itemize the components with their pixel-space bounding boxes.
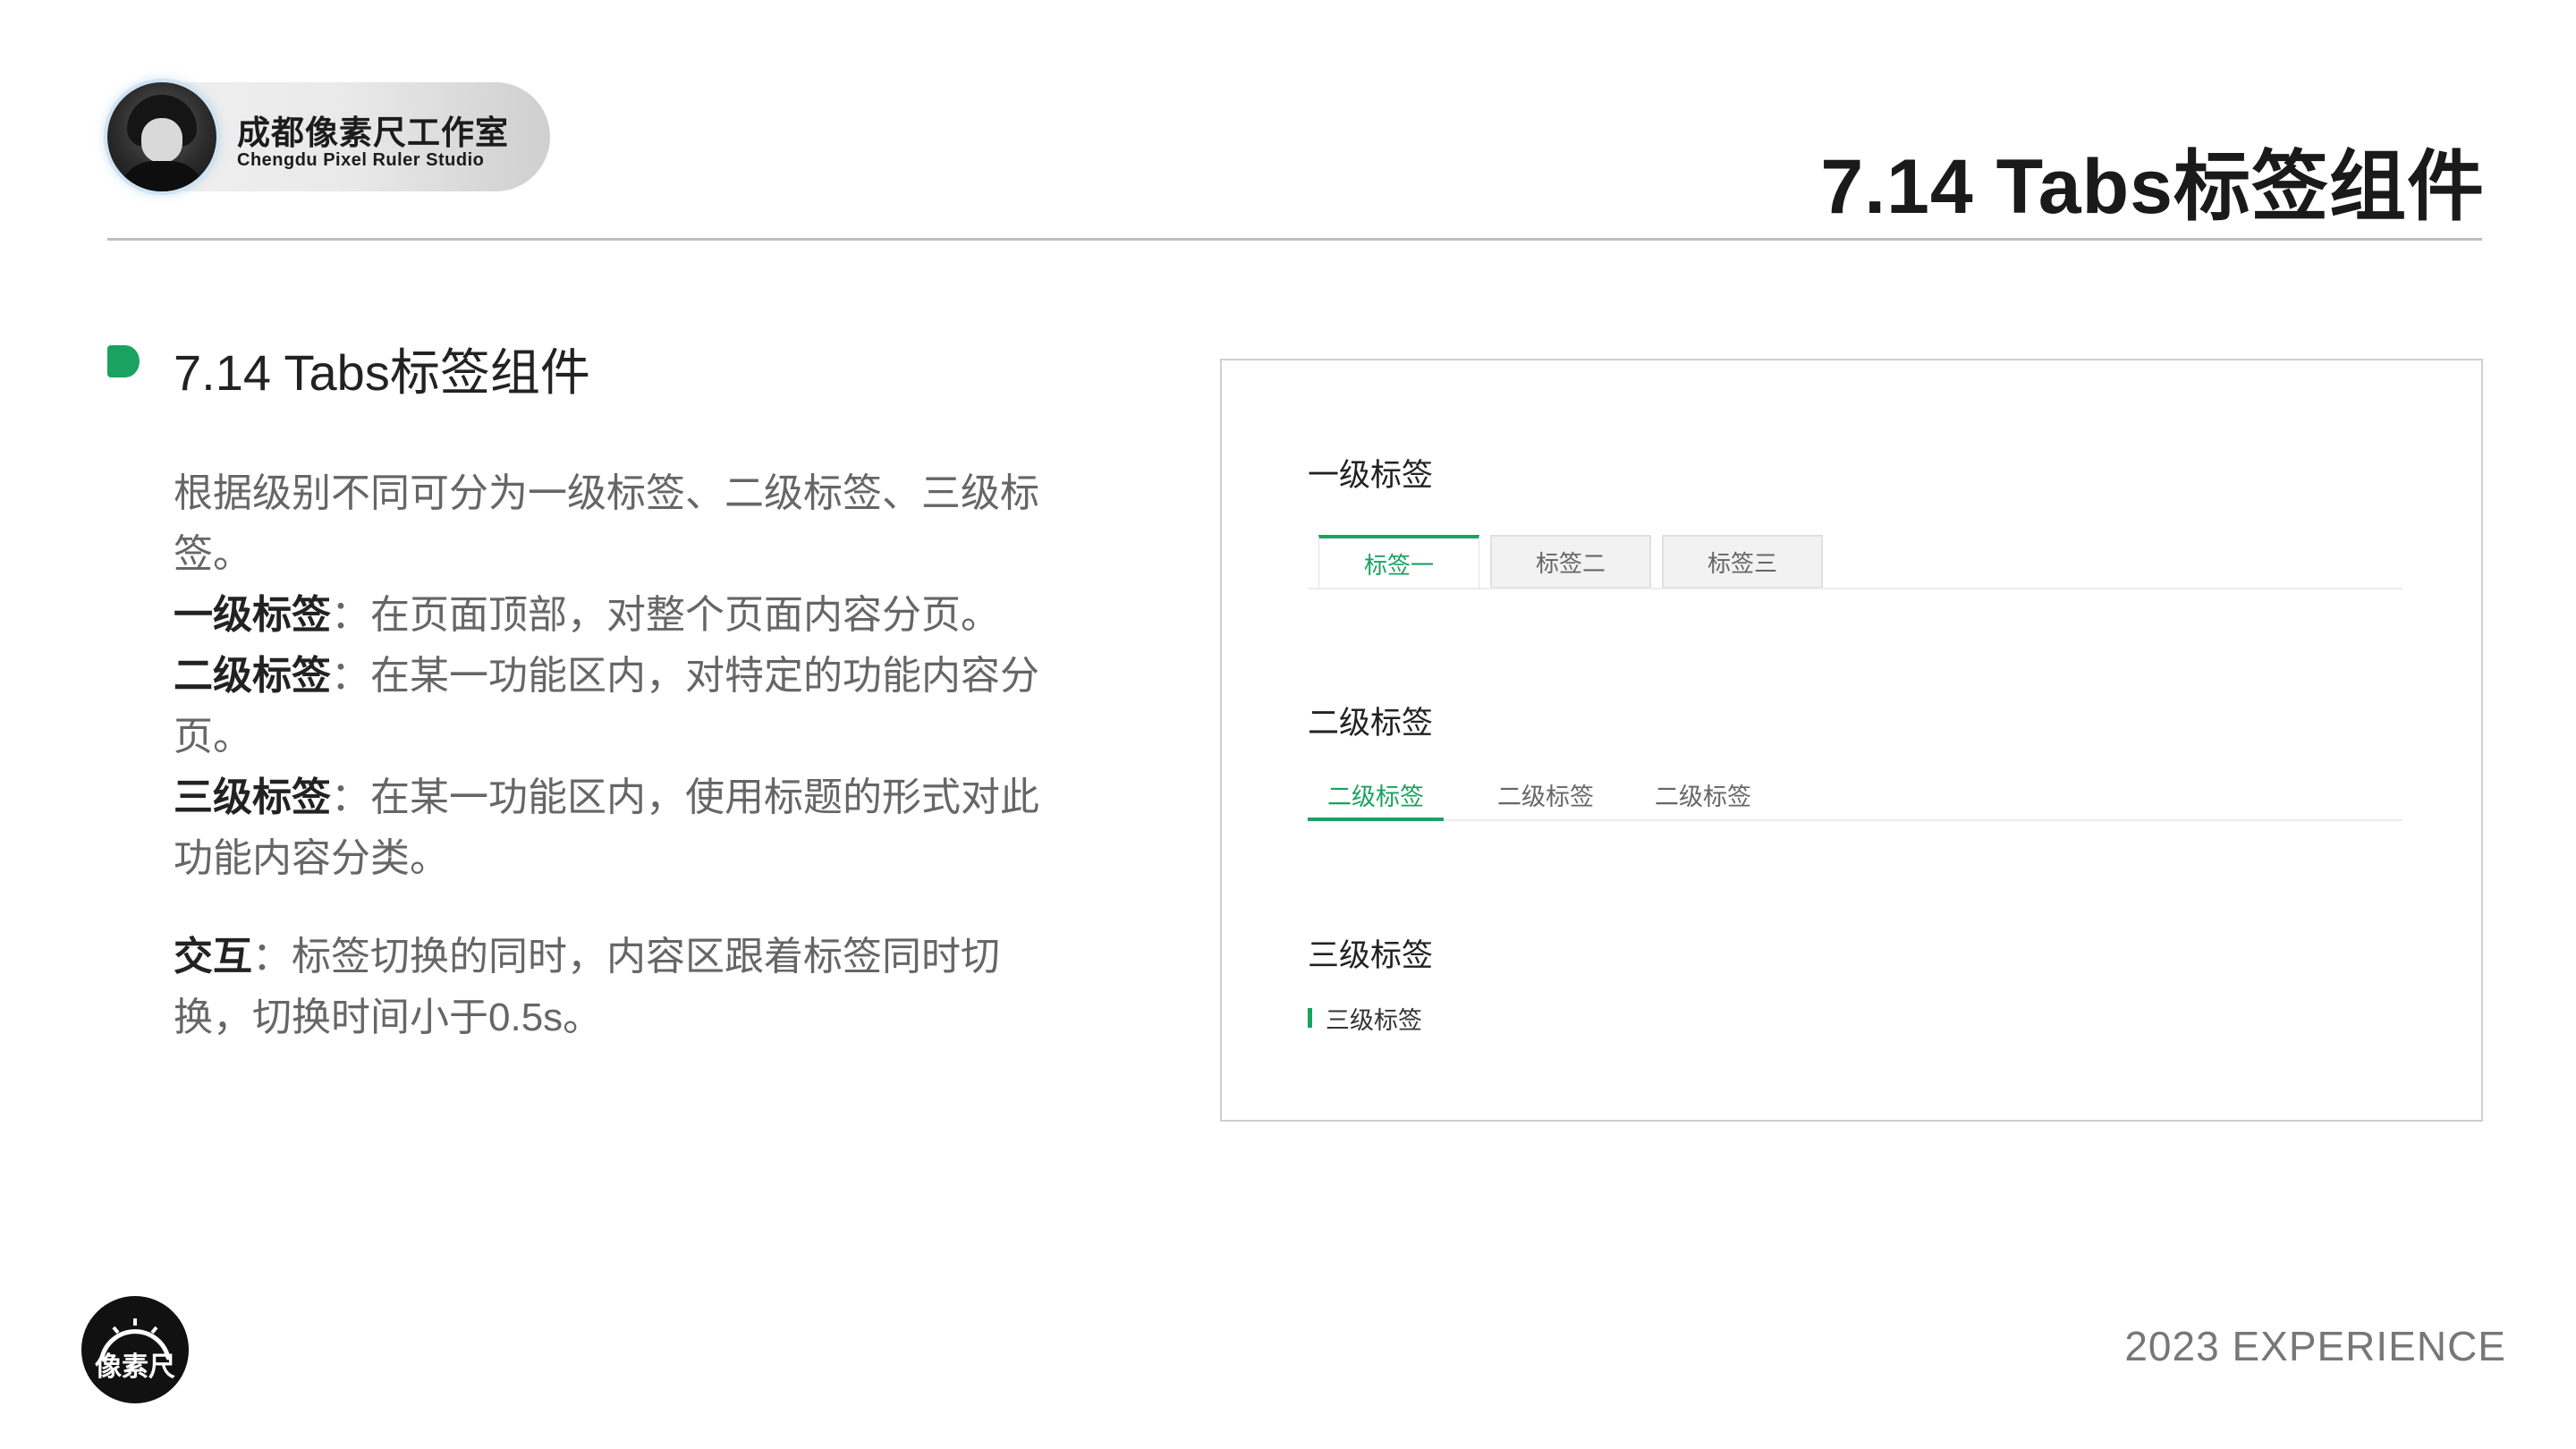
- section-marker-icon: [107, 345, 140, 377]
- brand-subtitle: Chengdu Pixel Ruler Studio: [237, 150, 485, 170]
- level3-label: 三级标签: [174, 775, 331, 819]
- description-level3: 三级标签：在某一功能区内，使用标题的形式对此功能内容分类。: [174, 767, 1050, 889]
- level2-tab-1[interactable]: 二级标签: [1308, 767, 1444, 821]
- section-title: 7.14 Tabs标签组件: [174, 344, 590, 401]
- level1-tab-2[interactable]: 标签二: [1490, 535, 1651, 589]
- level3-heading: 三级标签: [1308, 938, 1434, 973]
- description-level1: 一级标签：在页面顶部，对整个页面内容分页。: [174, 585, 1050, 646]
- brand-name: 成都像素尺工作室: [237, 114, 509, 151]
- level1-tab-baseline: [1308, 588, 2402, 589]
- studio-avatar: [107, 82, 216, 191]
- level1-tab-1[interactable]: 标签一: [1318, 535, 1479, 589]
- footer-experience: 2023 EXPERIENCE: [2124, 1323, 2506, 1369]
- interaction-text: ：标签切换的同时，内容区跟着标签同时切换，切换时间小于0.5s。: [174, 935, 1000, 1039]
- level1-tab-3[interactable]: 标签三: [1662, 535, 1823, 589]
- level2-active-underline: [1308, 818, 1444, 821]
- level1-text: ：在页面顶部，对整个页面内容分页。: [331, 593, 1000, 637]
- header-divider: [107, 238, 2482, 241]
- level1-heading: 一级标签: [1308, 458, 1434, 493]
- level3-tab[interactable]: 三级标签: [1326, 1001, 1422, 1036]
- level2-tab-baseline: [1308, 819, 2402, 821]
- level2-tab-3[interactable]: 二级标签: [1640, 767, 1766, 821]
- level2-label: 二级标签: [174, 654, 331, 698]
- description-level2: 二级标签：在某一功能区内，对特定的功能内容分页。: [174, 646, 1050, 767]
- studio-logo-icon: 像素尺: [81, 1296, 189, 1403]
- level2-heading: 二级标签: [1308, 706, 1434, 741]
- level3-indicator: [1308, 1008, 1312, 1028]
- tabs-demo-panel: 一级标签 标签一 标签二 标签三 二级标签 二级标签 二级标签 二级标签 三级标…: [1220, 359, 2483, 1122]
- logo-text: 像素尺: [95, 1352, 175, 1383]
- page-title: 7.14 Tabs标签组件: [1820, 144, 2485, 230]
- description-intro: 根据级别不同可分为一级标签、二级标签、三级标签。: [174, 471, 1039, 576]
- level1-label: 一级标签: [174, 593, 331, 637]
- level2-tab-2[interactable]: 二级标签: [1483, 767, 1608, 821]
- interaction-label: 交互: [174, 935, 252, 979]
- description-block: 根据级别不同可分为一级标签、二级标签、三级标签。 一级标签：在页面顶部，对整个页…: [174, 463, 1050, 1048]
- description-interaction: 交互：标签切换的同时，内容区跟着标签同时切换，切换时间小于0.5s。: [174, 927, 1050, 1048]
